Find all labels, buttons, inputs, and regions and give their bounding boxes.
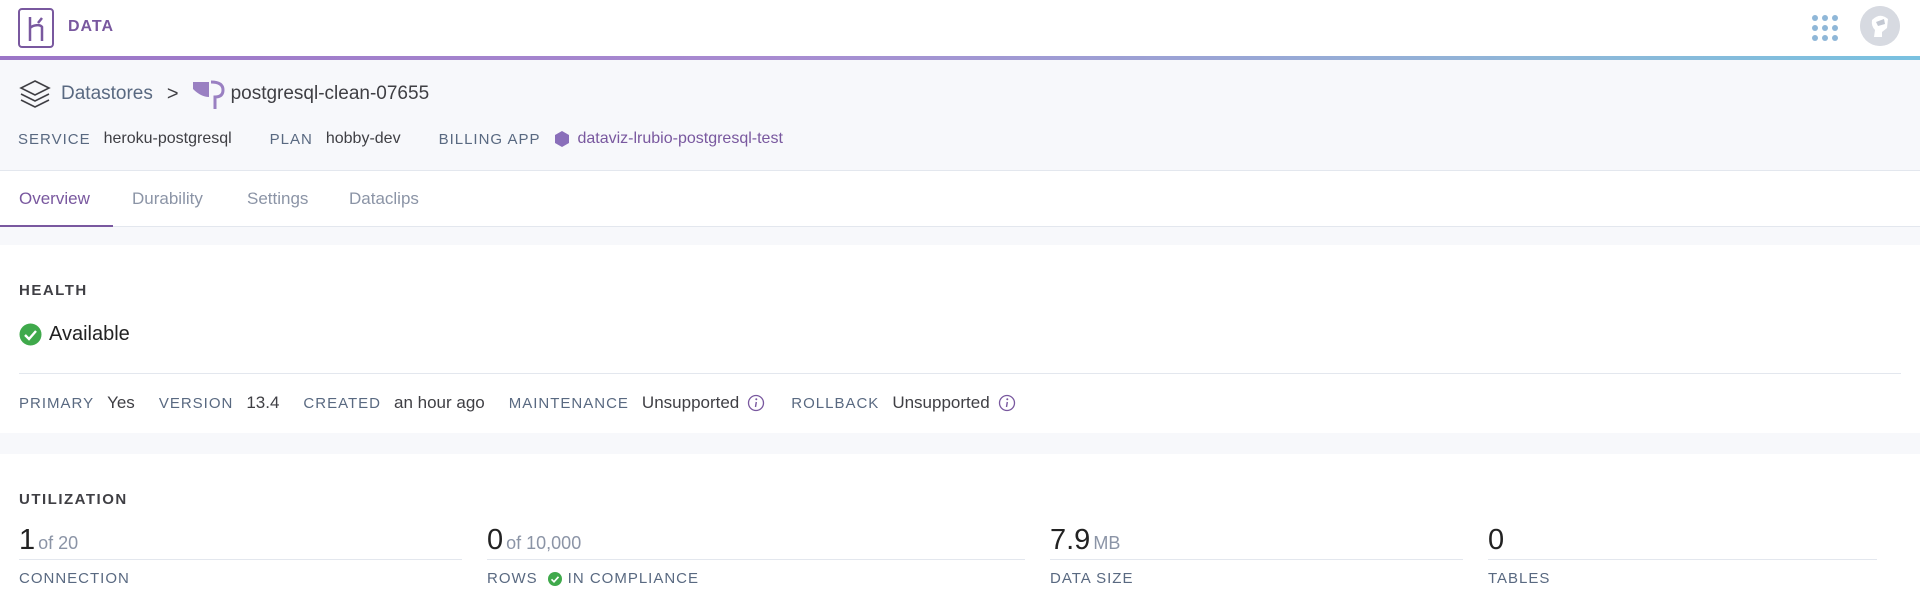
tab-durability[interactable]: Durability bbox=[132, 189, 203, 209]
health-status-text: Available bbox=[49, 323, 130, 345]
page-header: Datastores > postgresql-clean-07655 SERV… bbox=[0, 60, 1920, 170]
rollback-info-icon[interactable] bbox=[998, 394, 1016, 412]
data-size-label: DATA SIZE bbox=[1050, 570, 1134, 587]
heroku-logo-icon[interactable] bbox=[18, 8, 54, 48]
check-circle-icon bbox=[19, 323, 42, 346]
compliance-check-icon bbox=[547, 571, 562, 586]
connections-label: CONNECTION bbox=[19, 570, 130, 587]
maintenance-value: Unsupported bbox=[641, 393, 740, 412]
app-hexagon-icon bbox=[555, 131, 570, 147]
top-bar: DATA bbox=[0, 0, 1920, 56]
rollback-value: Unsupported bbox=[892, 393, 990, 412]
tables-label: TABLES bbox=[1488, 570, 1551, 587]
data-size-value: 7.9 bbox=[1050, 524, 1091, 556]
plan-label: PLAN bbox=[269, 130, 313, 148]
rows-label: ROWS bbox=[487, 570, 538, 587]
plan-value: hobby-dev bbox=[325, 130, 401, 147]
maintenance-info-icon[interactable] bbox=[747, 394, 765, 412]
version-value: 13.4 bbox=[246, 393, 280, 412]
health-title: HEALTH bbox=[19, 282, 88, 299]
primary-label: PRIMARY bbox=[19, 394, 95, 412]
postgres-addon-icon bbox=[191, 77, 225, 111]
compliance-status: IN COMPLIANCE bbox=[567, 570, 700, 587]
billing-app-label: BILLING APP bbox=[438, 130, 541, 148]
rows-unit: of 10,000 bbox=[506, 533, 582, 553]
breadcrumb-datastores-link[interactable]: Datastores bbox=[61, 83, 153, 105]
maintenance-label: MAINTENANCE bbox=[508, 394, 629, 412]
tables-divider bbox=[1488, 559, 1877, 560]
billing-app-link[interactable]: dataviz-lrubio-postgresql-test bbox=[577, 130, 782, 148]
data-size-unit: MB bbox=[1093, 533, 1121, 553]
service-value: heroku-postgresql bbox=[103, 130, 232, 147]
breadcrumb-chevron-icon: > bbox=[166, 82, 179, 105]
rows-value: 0 bbox=[487, 524, 504, 556]
health-status: Available bbox=[19, 323, 130, 346]
version-label: VERSION bbox=[158, 394, 234, 412]
user-avatar[interactable] bbox=[1860, 6, 1900, 46]
health-card: HEALTH Available PRIMARY Yes VERSION 13.… bbox=[0, 245, 1920, 433]
connections-divider bbox=[19, 559, 462, 560]
tables-value: 0 bbox=[1488, 524, 1505, 556]
created-value: an hour ago bbox=[393, 393, 485, 412]
connections-value: 1 bbox=[19, 524, 36, 556]
rows-metric: 0 of 10,000 bbox=[487, 524, 581, 557]
service-label: SERVICE bbox=[18, 130, 91, 148]
tab-dataclips[interactable]: Dataclips bbox=[349, 189, 419, 209]
connections-unit: of 20 bbox=[38, 533, 79, 553]
tab-bar: Overview Durability Settings Dataclips bbox=[0, 170, 1920, 227]
datastores-stack-icon bbox=[18, 77, 52, 111]
connections-metric: 1 of 20 bbox=[19, 524, 78, 557]
data-size-divider bbox=[1050, 559, 1463, 560]
health-facts: PRIMARY Yes VERSION 13.4 CREATED an hour… bbox=[19, 393, 1042, 413]
utilization-card: UTILIZATION 1 of 20 CONNECTION 0 of 10,000… bbox=[0, 454, 1920, 605]
tab-overview[interactable]: Overview bbox=[19, 189, 90, 209]
utilization-title: UTILIZATION bbox=[19, 491, 128, 508]
rollback-label: ROLLBACK bbox=[791, 394, 880, 412]
health-divider bbox=[19, 373, 1901, 374]
data-size-metric: 7.9 MB bbox=[1050, 524, 1120, 557]
datastore-meta: SERVICE heroku-postgresql PLAN hobby-dev… bbox=[18, 130, 821, 148]
active-tab-indicator bbox=[0, 225, 113, 227]
created-label: CREATED bbox=[303, 394, 381, 412]
breadcrumb: Datastores > postgresql-clean-07655 bbox=[18, 77, 429, 111]
primary-value: Yes bbox=[107, 393, 135, 412]
app-name: DATA bbox=[68, 18, 115, 35]
datastore-name: postgresql-clean-07655 bbox=[230, 83, 430, 104]
apps-menu-icon[interactable] bbox=[1812, 15, 1838, 41]
rows-label-group: ROWS IN COMPLIANCE bbox=[487, 570, 699, 587]
tables-metric: 0 bbox=[1488, 524, 1504, 557]
tab-settings[interactable]: Settings bbox=[247, 189, 308, 209]
rows-divider bbox=[487, 559, 1025, 560]
